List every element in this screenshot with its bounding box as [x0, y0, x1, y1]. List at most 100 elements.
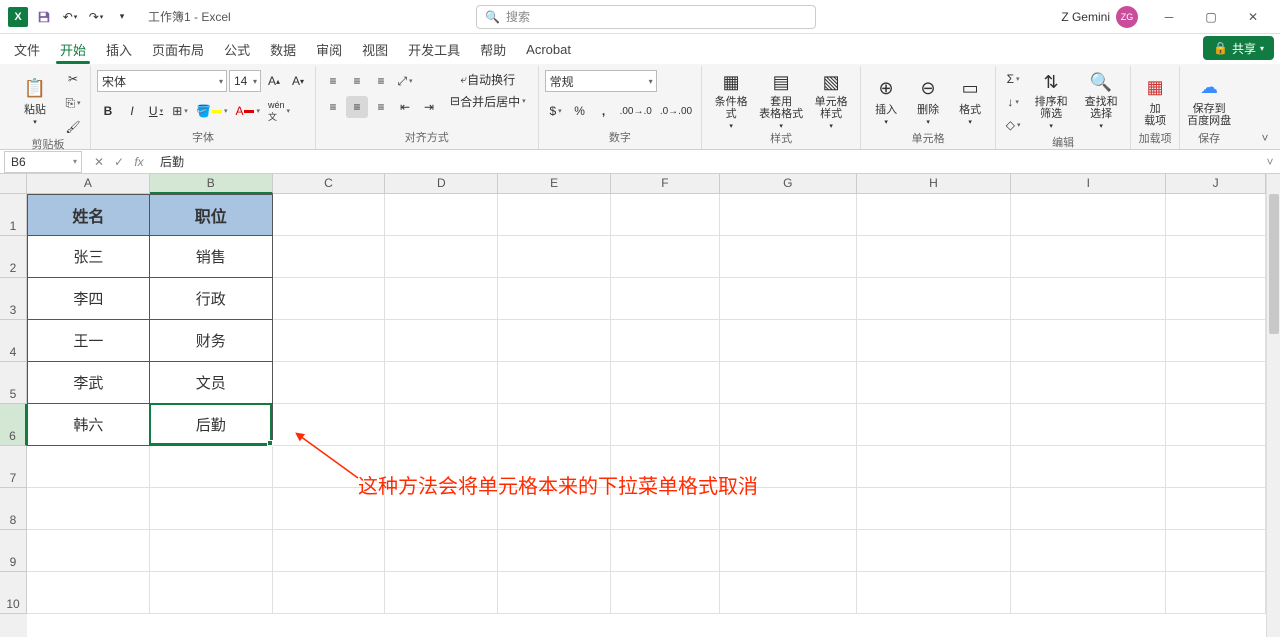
cell-A10[interactable]: [27, 572, 150, 614]
col-header-B[interactable]: B: [150, 174, 273, 194]
cell-H6[interactable]: [857, 404, 1012, 446]
tab-layout[interactable]: 页面布局: [142, 34, 214, 64]
find-select-button[interactable]: 🔍查找和选择▾: [1078, 68, 1124, 132]
cell-I6[interactable]: [1011, 404, 1166, 446]
cell-E10[interactable]: [498, 572, 611, 614]
cell-A2[interactable]: 张三: [27, 236, 150, 278]
cell-I2[interactable]: [1011, 236, 1166, 278]
save-baidu-button[interactable]: ☁保存到 百度网盘: [1186, 68, 1232, 132]
increase-decimal-button[interactable]: .00→.0: [617, 100, 655, 122]
insert-cells-button[interactable]: ⊕插入▾: [867, 68, 905, 132]
name-box[interactable]: B6: [4, 151, 82, 173]
col-header-D[interactable]: D: [385, 174, 498, 194]
decrease-indent-button[interactable]: ⇤: [394, 96, 416, 118]
fx-button[interactable]: fx: [130, 155, 148, 169]
cell-B9[interactable]: [150, 530, 273, 572]
col-header-H[interactable]: H: [857, 174, 1012, 194]
col-header-C[interactable]: C: [273, 174, 386, 194]
tab-home[interactable]: 开始: [50, 34, 96, 64]
cells-area[interactable]: 姓名职位张三销售李四行政王一财务李武文员韩六后勤: [27, 194, 1266, 637]
row-header-5[interactable]: 5: [0, 362, 27, 404]
cell-A8[interactable]: [27, 488, 150, 530]
tab-devtools[interactable]: 开发工具: [398, 34, 470, 64]
row-header-3[interactable]: 3: [0, 278, 27, 320]
maximize-button[interactable]: ▢: [1190, 2, 1232, 32]
wrap-text-button[interactable]: ⤶ 自动换行: [444, 68, 532, 90]
italic-button[interactable]: I: [121, 100, 143, 122]
cell-J4[interactable]: [1166, 320, 1266, 362]
col-header-J[interactable]: J: [1166, 174, 1266, 194]
redo-button[interactable]: ↷▾: [84, 5, 108, 29]
cell-E5[interactable]: [498, 362, 611, 404]
col-header-F[interactable]: F: [611, 174, 720, 194]
font-size-combo[interactable]: 14: [229, 70, 261, 92]
cell-F4[interactable]: [611, 320, 720, 362]
save-qat-button[interactable]: [32, 5, 56, 29]
font-color-button[interactable]: A: [232, 100, 263, 122]
increase-font-button[interactable]: A▴: [263, 70, 285, 92]
cell-H10[interactable]: [857, 572, 1012, 614]
cell-J2[interactable]: [1166, 236, 1266, 278]
align-middle-button[interactable]: ≡: [346, 70, 368, 92]
format-cells-button[interactable]: ▭格式▾: [951, 68, 989, 132]
percent-button[interactable]: %: [569, 100, 591, 122]
cell-F9[interactable]: [611, 530, 720, 572]
cell-H8[interactable]: [857, 488, 1012, 530]
cell-D3[interactable]: [385, 278, 498, 320]
cell-D6[interactable]: [385, 404, 498, 446]
cell-F2[interactable]: [611, 236, 720, 278]
cell-J1[interactable]: [1166, 194, 1266, 236]
cell-A1[interactable]: 姓名: [27, 194, 150, 236]
formula-input[interactable]: 后勤: [152, 153, 1260, 170]
row-header-1[interactable]: 1: [0, 194, 27, 236]
cell-G6[interactable]: [720, 404, 857, 446]
cell-F3[interactable]: [611, 278, 720, 320]
fill-button[interactable]: ↓: [1002, 91, 1024, 113]
cell-E1[interactable]: [498, 194, 611, 236]
cell-G1[interactable]: [720, 194, 857, 236]
cell-I7[interactable]: [1011, 446, 1166, 488]
cell-A3[interactable]: 李四: [27, 278, 150, 320]
qat-customize[interactable]: ▾: [110, 5, 134, 29]
formula-bar-expand[interactable]: ˅: [1260, 155, 1280, 169]
tab-formulas[interactable]: 公式: [214, 34, 260, 64]
cell-F1[interactable]: [611, 194, 720, 236]
cell-F6[interactable]: [611, 404, 720, 446]
cell-E4[interactable]: [498, 320, 611, 362]
cell-H7[interactable]: [857, 446, 1012, 488]
cut-button[interactable]: ✂: [62, 68, 84, 90]
select-all-corner[interactable]: [0, 174, 27, 194]
cell-J7[interactable]: [1166, 446, 1266, 488]
increase-indent-button[interactable]: ⇥: [418, 96, 440, 118]
cell-A4[interactable]: 王一: [27, 320, 150, 362]
delete-cells-button[interactable]: ⊖删除▾: [909, 68, 947, 132]
clear-button[interactable]: ◇: [1002, 114, 1024, 136]
addins-button[interactable]: ▦加 载项: [1137, 68, 1173, 132]
cell-H3[interactable]: [857, 278, 1012, 320]
align-center-button[interactable]: ≡: [346, 96, 368, 118]
cell-E3[interactable]: [498, 278, 611, 320]
cell-J3[interactable]: [1166, 278, 1266, 320]
copy-button[interactable]: ⎘: [62, 92, 84, 114]
paste-button[interactable]: 📋 粘贴 ▾: [12, 68, 58, 132]
cell-I5[interactable]: [1011, 362, 1166, 404]
align-top-button[interactable]: ≡: [322, 70, 344, 92]
decrease-font-button[interactable]: A▾: [287, 70, 309, 92]
tab-help[interactable]: 帮助: [470, 34, 516, 64]
ribbon-collapse-button[interactable]: ˅: [1256, 129, 1274, 147]
cell-A5[interactable]: 李武: [27, 362, 150, 404]
tab-file[interactable]: 文件: [4, 34, 50, 64]
minimize-button[interactable]: ─: [1148, 2, 1190, 32]
undo-button[interactable]: ↶▾: [58, 5, 82, 29]
cell-B7[interactable]: [150, 446, 273, 488]
bold-button[interactable]: B: [97, 100, 119, 122]
cell-I8[interactable]: [1011, 488, 1166, 530]
search-box[interactable]: 🔍 搜索: [476, 5, 816, 29]
cell-C3[interactable]: [273, 278, 386, 320]
row-header-8[interactable]: 8: [0, 488, 27, 530]
orientation-button[interactable]: ⤢: [394, 70, 416, 92]
cell-A7[interactable]: [27, 446, 150, 488]
cell-C6[interactable]: [273, 404, 386, 446]
decrease-decimal-button[interactable]: .0→.00: [657, 100, 695, 122]
cell-B1[interactable]: 职位: [150, 194, 273, 236]
